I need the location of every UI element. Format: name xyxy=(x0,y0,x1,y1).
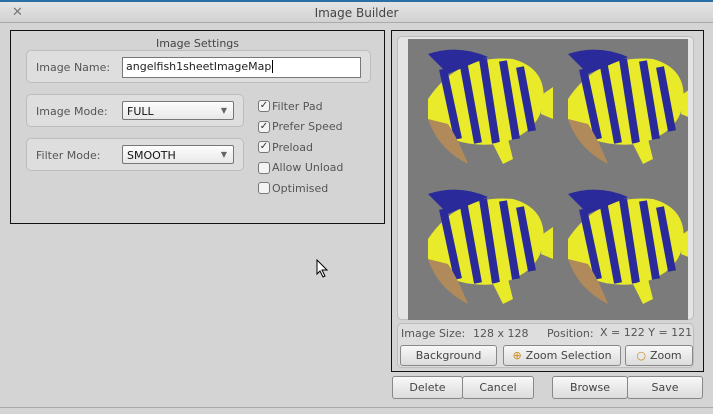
magnifier-icon: ○ xyxy=(636,349,646,362)
delete-label: Delete xyxy=(409,381,446,394)
browse-label: Browse xyxy=(569,381,611,394)
filter-mode-group: Filter Mode: SMOOTH ▼ xyxy=(26,138,244,171)
checkbox-label: Allow Unload xyxy=(272,161,344,175)
cancel-button[interactable]: Cancel xyxy=(462,376,534,399)
chevron-down-icon: ▼ xyxy=(220,106,227,115)
delete-button[interactable]: Delete xyxy=(392,376,463,399)
checkbox-label: Filter Pad xyxy=(272,99,323,113)
filter-mode-select[interactable]: SMOOTH ▼ xyxy=(122,145,234,164)
image-settings-panel: Image Settings Image Name: angelfish1she… xyxy=(10,30,385,224)
preview-panel: Image Size: 128 x 128 Position: X = 122 … xyxy=(391,30,704,372)
title-bar: ✕ Image Builder xyxy=(0,0,713,23)
image-mode-value: FULL xyxy=(127,105,154,118)
checkbox-preload[interactable]: ✓ Preload xyxy=(258,137,343,158)
preview-frame xyxy=(397,36,694,320)
checkbox-box[interactable] xyxy=(258,182,270,195)
browse-button[interactable]: Browse xyxy=(552,376,628,399)
checkbox-label: Optimised xyxy=(272,181,329,195)
save-label: Save xyxy=(651,381,679,394)
checkbox-box[interactable] xyxy=(258,161,270,174)
preview-controls: Image Size: 128 x 128 Position: X = 122 … xyxy=(397,323,694,368)
zoom-selection-label: Zoom Selection xyxy=(525,349,612,362)
checkbox-filter-pad[interactable]: ✓ Filter Pad xyxy=(258,96,343,117)
checkbox-allow-unload[interactable]: Allow Unload xyxy=(258,158,343,179)
filter-mode-label: Filter Mode: xyxy=(36,149,101,162)
checkbox-box[interactable]: ✓ xyxy=(258,120,270,133)
image-name-value: angelfish1sheetImageMap xyxy=(126,60,272,73)
cancel-label: Cancel xyxy=(479,381,517,394)
zoom-label: Zoom xyxy=(649,349,682,362)
position-value: X = 122 Y = 121 xyxy=(600,326,693,339)
image-settings-heading: Image Settings xyxy=(155,37,240,50)
image-name-label: Image Name: xyxy=(36,61,111,74)
mouse-cursor-icon xyxy=(316,259,329,278)
image-name-input[interactable]: angelfish1sheetImageMap xyxy=(122,57,361,78)
checkbox-label: Prefer Speed xyxy=(272,120,343,134)
filter-mode-value: SMOOTH xyxy=(127,149,176,162)
zoom-selection-button[interactable]: ⊕ Zoom Selection xyxy=(503,345,621,366)
image-size-label: Image Size: xyxy=(401,327,466,340)
zoom-in-icon: ⊕ xyxy=(512,349,522,362)
checkbox-box[interactable]: ✓ xyxy=(258,100,270,113)
image-name-group: Image Name: angelfish1sheetImageMap xyxy=(26,50,371,83)
bottom-divider xyxy=(0,407,713,408)
image-mode-label: Image Mode: xyxy=(36,105,108,118)
position-label: Position: xyxy=(547,327,594,340)
fish-sprite-preview[interactable] xyxy=(408,39,688,320)
checkbox-optimised[interactable]: Optimised xyxy=(258,178,343,199)
zoom-button[interactable]: ○ Zoom xyxy=(625,345,693,366)
window-title: Image Builder xyxy=(314,6,399,20)
background-button[interactable]: Background xyxy=(400,345,497,366)
checkbox-prefer-speed[interactable]: ✓ Prefer Speed xyxy=(258,117,343,138)
background-button-label: Background xyxy=(415,349,482,362)
checkbox-box[interactable]: ✓ xyxy=(258,141,270,154)
checkbox-label: Preload xyxy=(272,140,313,154)
image-size-value: 128 x 128 xyxy=(473,327,529,340)
save-button[interactable]: Save xyxy=(627,376,703,399)
chevron-down-icon: ▼ xyxy=(220,150,227,159)
image-mode-select[interactable]: FULL ▼ xyxy=(122,101,234,120)
image-mode-group: Image Mode: FULL ▼ xyxy=(26,94,244,127)
option-checkboxes: ✓ Filter Pad ✓ Prefer Speed ✓ Preload Allow Un… xyxy=(258,96,343,199)
